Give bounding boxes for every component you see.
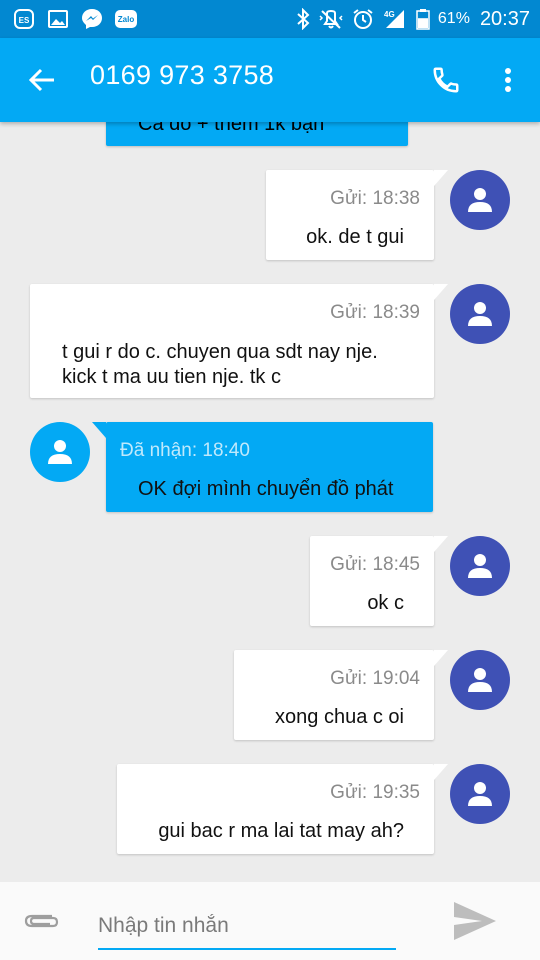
attachment-icon xyxy=(24,914,59,928)
battery-percent: 61% xyxy=(437,10,470,27)
avatar[interactable] xyxy=(450,650,510,710)
person-icon xyxy=(468,668,492,692)
arrow-left-icon xyxy=(28,68,54,92)
svg-text:ES: ES xyxy=(19,16,30,25)
person-icon xyxy=(468,302,492,326)
svg-text:Zalo: Zalo xyxy=(118,15,135,24)
message-line: t gui r do c. chuyen qua sdt nay nje. xyxy=(62,341,378,363)
message-timestamp: Đã nhận: 18:40 xyxy=(120,440,250,461)
avatar[interactable] xyxy=(450,170,510,230)
more-vert-icon xyxy=(505,68,511,92)
message-bubble-sent[interactable]: Gửi: 18:39 t gui r do c. chuyen qua sdt … xyxy=(30,284,448,398)
battery-icon xyxy=(416,8,430,30)
message-text: OK đợi mình chuyển đồ phát xyxy=(138,478,394,500)
vibrate-mute-icon xyxy=(318,8,344,30)
avatar[interactable] xyxy=(450,284,510,344)
message-text: ok c xyxy=(367,592,404,614)
message-line: kick t ma uu tien nje. tk c xyxy=(62,366,281,388)
messenger-icon xyxy=(80,7,104,31)
message-bubble-partial[interactable]: Ca do + them 1k bạn xyxy=(106,122,408,146)
es-file-explorer-icon: ES xyxy=(12,7,36,31)
alarm-icon xyxy=(352,8,374,30)
message-bubble-sent[interactable]: Gửi: 19:04 xong chua c oi xyxy=(234,650,448,740)
svg-text:4G: 4G xyxy=(384,10,395,19)
phone-icon xyxy=(433,67,459,93)
avatar[interactable] xyxy=(30,422,90,482)
message-bubble-sent[interactable]: Gửi: 19:35 gui bac r ma lai tat may ah? xyxy=(117,764,448,854)
send-button[interactable] xyxy=(450,898,500,944)
conversation-title: 0169 973 3758 xyxy=(90,60,275,90)
person-icon xyxy=(468,188,492,212)
person-icon xyxy=(468,782,492,806)
message-timestamp: Gửi: 18:38 xyxy=(330,188,420,209)
message-text: t gui r do c. chuyen qua sdt nay nje. ki… xyxy=(62,340,404,390)
message-composer xyxy=(0,882,540,960)
gallery-icon xyxy=(46,7,70,31)
message-text: Ca do + them 1k bạn xyxy=(138,122,325,135)
call-button[interactable] xyxy=(426,62,466,98)
back-button[interactable] xyxy=(22,62,62,98)
person-icon xyxy=(48,440,72,464)
message-timestamp: Gửi: 19:35 xyxy=(330,782,420,803)
message-text: ok. de t gui xyxy=(306,226,404,248)
message-bubble-sent[interactable]: Gửi: 18:45 ok c xyxy=(310,536,448,626)
system-status: 4G 61% 20:37 xyxy=(296,6,530,32)
signal-4g-icon: 4G xyxy=(382,8,408,30)
message-timestamp: Gửi: 18:45 xyxy=(330,554,420,575)
message-timestamp: Gửi: 19:04 xyxy=(330,668,420,689)
message-text: gui bac r ma lai tat may ah? xyxy=(158,820,404,842)
avatar[interactable] xyxy=(450,764,510,824)
message-list[interactable]: Ca do + them 1k bạn Gửi: 18:38 ok. de t … xyxy=(0,122,540,882)
message-text: xong chua c oi xyxy=(275,706,404,728)
more-options-button[interactable] xyxy=(494,62,522,98)
message-input[interactable] xyxy=(98,906,396,946)
message-bubble-received[interactable]: Đã nhận: 18:40 OK đợi mình chuyển đồ phá… xyxy=(92,422,433,512)
avatar[interactable] xyxy=(450,536,510,596)
zalo-icon: Zalo xyxy=(114,7,138,31)
message-timestamp: Gửi: 18:39 xyxy=(330,302,420,323)
app-bar: 0169 973 3758 xyxy=(0,38,540,122)
message-input-container xyxy=(98,906,396,950)
status-bar: ES Zalo 4G 61% 20:37 xyxy=(0,0,540,38)
attach-button[interactable] xyxy=(20,904,62,936)
notification-icons: ES Zalo xyxy=(12,7,138,31)
send-icon xyxy=(454,902,496,940)
bluetooth-icon xyxy=(296,8,310,30)
message-bubble-sent[interactable]: Gửi: 18:38 ok. de t gui xyxy=(266,170,448,260)
person-icon xyxy=(468,554,492,578)
clock: 20:37 xyxy=(479,7,530,30)
